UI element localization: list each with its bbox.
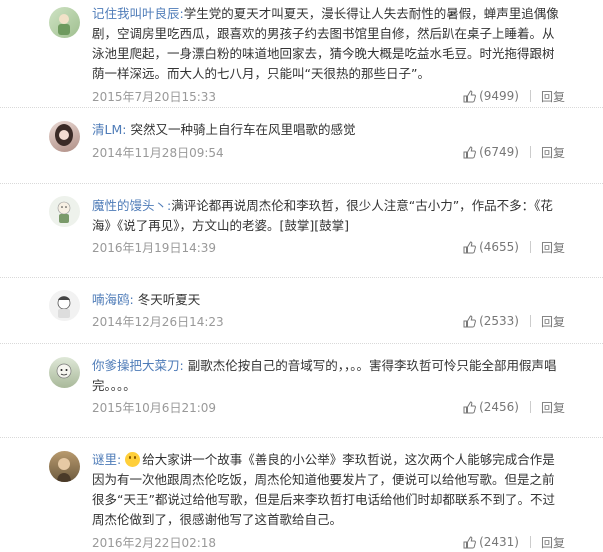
- like-count: (2533): [479, 314, 519, 328]
- reply-link[interactable]: 回复: [541, 313, 565, 330]
- reply-link[interactable]: 回复: [541, 239, 565, 256]
- avatar[interactable]: [49, 121, 80, 152]
- divider: [529, 401, 531, 413]
- comment-item: 清LM: 突然又一种骑上自行车在风里唱歌的感觉 2014年11月28日09:54…: [0, 108, 603, 184]
- like-count: (6749): [479, 145, 519, 159]
- comment-item: 魔性的馒头丶:满评论都再说周杰伦和李玖哲，很少人注意“古小力”，作品不多：《花海…: [0, 184, 603, 278]
- avatar[interactable]: [49, 290, 80, 321]
- thumbs-up-icon: [463, 400, 477, 413]
- reply-link[interactable]: 回复: [541, 88, 565, 105]
- comment-footer: 2015年7月20日15:33 (9499) 回复: [92, 86, 565, 106]
- comment-item: 喃海鸥: 冬天听夏天 2014年12月26日14:23 (2533) 回复: [0, 278, 603, 344]
- avatar[interactable]: [49, 7, 80, 38]
- like-button[interactable]: (6749): [463, 145, 519, 159]
- comment-time: 2014年12月26日14:23: [92, 314, 224, 329]
- comment-body: 谜里: 给大家讲一个故事《善良的小公举》李玖哲说，这次两个人能够完成合作是因为有…: [92, 450, 559, 530]
- comment-time: 2014年11月28日09:54: [92, 145, 224, 160]
- smile-emoji-icon: [125, 452, 141, 467]
- comment-text: 给大家讲一个故事《善良的小公举》李玖哲说，这次两个人能够完成合作是因为有一次他跟…: [92, 452, 555, 527]
- comment-body: 你爹操把大菜刀: 副歌杰伦按自己的音域写的，，。。害得李玖哲可怜只能全部用假声唱…: [92, 356, 559, 396]
- reply-link[interactable]: 回复: [541, 399, 565, 416]
- thumbs-up-icon: [463, 314, 477, 327]
- comment-body: 记住我叫叶良辰:学生党的夏天才叫夏天，漫长得让人失去耐性的暑假，蝉声里追偶像剧，…: [92, 4, 559, 84]
- avatar[interactable]: [49, 357, 80, 388]
- user-name-link[interactable]: 魔性的馒头丶:: [92, 198, 171, 213]
- comment-item: 你爹操把大菜刀: 副歌杰伦按自己的音域写的，，。。害得李玖哲可怜只能全部用假声唱…: [0, 344, 603, 438]
- comment-footer: 2016年2月22日02:18 (2431) 回复: [92, 532, 565, 552]
- user-name-link[interactable]: 喃海鸥:: [92, 292, 134, 307]
- thumbs-up-icon: [463, 535, 477, 548]
- like-button[interactable]: (9499): [463, 89, 519, 103]
- avatar[interactable]: [49, 451, 80, 482]
- comment-text: 突然又一种骑上自行车在风里唱歌的感觉: [130, 122, 356, 137]
- user-name-link[interactable]: 清LM:: [92, 122, 126, 137]
- comment-footer: 2016年1月19日14:39 (4655) 回复: [92, 237, 565, 257]
- comment-item: 记住我叫叶良辰:学生党的夏天才叫夏天，漫长得让人失去耐性的暑假，蝉声里追偶像剧，…: [0, 0, 603, 108]
- comment-footer: 2014年11月28日09:54 (6749) 回复: [92, 142, 565, 162]
- divider: [529, 315, 531, 327]
- comment-footer: 2015年10月6日21:09 (2456) 回复: [92, 397, 565, 417]
- thumbs-up-icon: [463, 145, 477, 158]
- comment-body: 魔性的馒头丶:满评论都再说周杰伦和李玖哲，很少人注意“古小力”，作品不多：《花海…: [92, 196, 559, 236]
- comment-list: 记住我叫叶良辰:学生党的夏天才叫夏天，漫长得让人失去耐性的暑假，蝉声里追偶像剧，…: [0, 0, 603, 552]
- user-name-link[interactable]: 记住我叫叶良辰:: [92, 6, 184, 21]
- divider: [529, 536, 531, 548]
- comment-time: 2016年2月22日02:18: [92, 535, 217, 550]
- like-button[interactable]: (4655): [463, 240, 519, 254]
- divider: [529, 241, 531, 253]
- like-button[interactable]: (2431): [463, 535, 519, 549]
- like-count: (9499): [479, 89, 519, 103]
- comment-footer: 2014年12月26日14:23 (2533) 回复: [92, 311, 565, 331]
- user-name-link[interactable]: 你爹操把大菜刀:: [92, 358, 184, 373]
- avatar[interactable]: [49, 196, 80, 227]
- comment-body: 清LM: 突然又一种骑上自行车在风里唱歌的感觉: [92, 120, 559, 140]
- divider: [529, 90, 531, 102]
- comment-time: 2016年1月19日14:39: [92, 240, 217, 255]
- like-button[interactable]: (2533): [463, 314, 519, 328]
- like-count: (2431): [479, 535, 519, 549]
- thumbs-up-icon: [463, 240, 477, 253]
- comment-time: 2015年7月20日15:33: [92, 89, 217, 104]
- user-name-link[interactable]: 谜里:: [92, 452, 121, 467]
- like-count: (4655): [479, 240, 519, 254]
- thumbs-up-icon: [463, 89, 477, 102]
- divider: [529, 146, 531, 158]
- comment-time: 2015年10月6日21:09: [92, 400, 217, 415]
- comment-item: 谜里: 给大家讲一个故事《善良的小公举》李玖哲说，这次两个人能够完成合作是因为有…: [0, 438, 603, 552]
- like-count: (2456): [479, 400, 519, 414]
- reply-link[interactable]: 回复: [541, 144, 565, 161]
- comment-text: 冬天听夏天: [137, 292, 201, 307]
- reply-link[interactable]: 回复: [541, 534, 565, 551]
- like-button[interactable]: (2456): [463, 400, 519, 414]
- comment-body: 喃海鸥: 冬天听夏天: [92, 290, 559, 310]
